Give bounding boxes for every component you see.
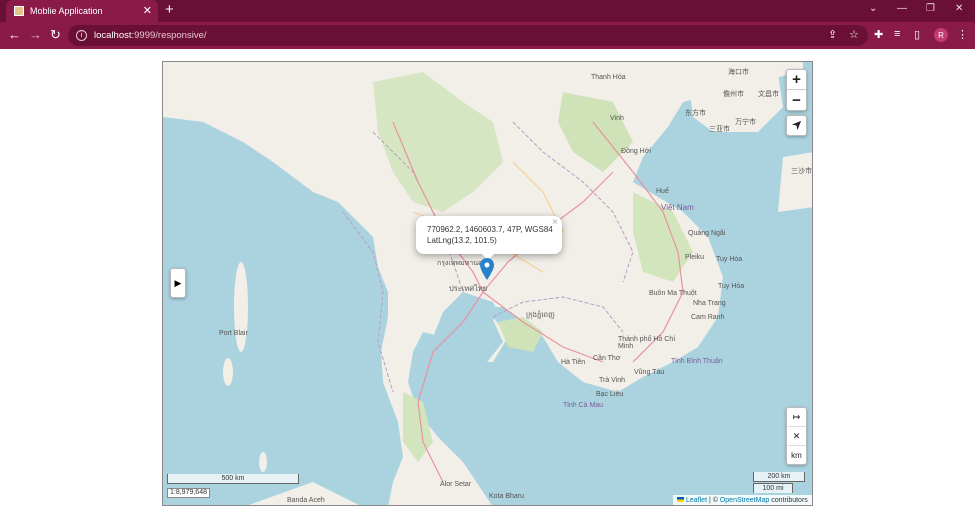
attribution-separator: | © <box>707 497 720 504</box>
scale-mi-label: 100 mi <box>762 485 784 492</box>
back-icon[interactable]: ← <box>8 28 21 42</box>
label-dong-hoi: Đồng Hới <box>621 148 651 155</box>
label-tuy-hoa-2: Tuy Hòa <box>718 283 745 290</box>
label-can-tho: Cần Thơ <box>593 355 621 362</box>
close-tab-icon[interactable]: ✕ <box>143 4 152 17</box>
label-phnom-penh: ក្រុងភ្នំពេញ <box>526 312 555 319</box>
label-tra-vinh: Trà Vinh <box>599 377 626 384</box>
menu-kebab-icon[interactable]: ⋮ <box>957 28 968 41</box>
label-alor-setar: Alor Setar <box>440 481 472 488</box>
extensions-icon[interactable]: ✚ <box>874 28 883 41</box>
forward-icon[interactable]: → <box>29 28 42 42</box>
label-nha-trang: Nha Trang <box>693 300 726 307</box>
popup-latlng-text: LatLng(13.2, 101.5) <box>427 236 497 245</box>
scale-ratio: 1:8,979,648 <box>167 488 210 498</box>
attribution-suffix: contributors <box>769 497 808 504</box>
label-tinh-binh-thuan: Tỉnh Bình Thuận <box>671 358 723 365</box>
scale-bar-mi: 100 mi <box>753 483 793 493</box>
label-sanya: 三亚市 <box>709 126 730 133</box>
url-path: :9999/responsive/ <box>131 30 207 41</box>
url-bar[interactable]: i localhost:9999/responsive/ <box>68 25 868 46</box>
label-thanh-hoa: Thanh Hóa <box>591 74 626 81</box>
locate-button[interactable] <box>786 115 807 136</box>
tab-search-icon[interactable]: ⌄ <box>869 3 877 14</box>
label-wenchang: 文昌市 <box>758 91 779 98</box>
measure-control: ↦ ✕ km <box>786 407 807 465</box>
label-kota-bharu: Kota Bharu <box>489 493 525 500</box>
map-attribution: Leaflet | © OpenStreetMap contributors <box>673 495 812 505</box>
map-container[interactable]: Thanh Hóa Vinh Đồng Hới Huế Việt Nam Quả… <box>162 61 813 506</box>
label-sansha: 三沙市 <box>791 168 812 175</box>
side-panel-icon[interactable]: ▯ <box>914 28 920 41</box>
location-arrow-icon <box>791 120 802 131</box>
label-tuy-hoa: Tuy Hòa <box>716 256 743 263</box>
tab-title: Moblie Application <box>30 6 103 16</box>
measure-unit-button[interactable]: km <box>787 446 806 465</box>
label-hue: Huế <box>656 188 669 195</box>
label-tinh-ca-mau: Tỉnh Cà Mau <box>563 402 604 409</box>
sidebar-toggle-button[interactable]: ▶ <box>170 268 186 298</box>
measure-start-button[interactable]: ↦ <box>787 408 806 427</box>
tab-bar: Moblie Application ✕ + ⌄ — ❐ ✕ <box>0 0 975 22</box>
reload-icon[interactable]: ↻ <box>50 28 61 42</box>
label-danzhou: 儋州市 <box>723 91 744 98</box>
reading-list-icon[interactable]: ≡ <box>894 28 900 40</box>
leaflet-link[interactable]: Leaflet <box>686 497 707 504</box>
label-bac-lieu: Bạc Liêu <box>596 391 624 398</box>
minimize-button[interactable]: — <box>897 3 907 14</box>
label-vinh: Vinh <box>610 115 624 122</box>
zoom-control: + − <box>786 69 807 111</box>
label-buon-ma-thuot: Buôn Ma Thuột <box>649 290 697 297</box>
site-favicon-icon <box>14 6 24 16</box>
label-cam-ranh: Cam Ranh <box>691 314 725 321</box>
label-wanning: 万宁市 <box>735 119 756 126</box>
maximize-button[interactable]: ❐ <box>926 3 935 14</box>
label-banda-aceh: Banda Aceh <box>287 497 325 504</box>
scale-km-label: 200 km <box>767 473 791 480</box>
popup-utm-text: 770962.2, 1460603.7, 47P, WGS84 <box>427 225 553 234</box>
scale-bar-km: 200 km <box>753 472 805 482</box>
coordinate-popup: × 770962.2, 1460603.7, 47P, WGS84 LatLng… <box>416 216 562 254</box>
label-ha-tien: Hà Tiên <box>561 359 586 366</box>
url-host: localhost <box>94 30 132 41</box>
ukraine-flag-icon <box>677 497 684 502</box>
close-window-button[interactable]: ✕ <box>955 3 963 14</box>
label-thanh-pho-hcm: Thành phố Hồ Chí Minh <box>618 336 676 350</box>
label-vung-tau: Vũng Tàu <box>634 369 665 376</box>
osm-link[interactable]: OpenStreetMap <box>720 497 769 504</box>
label-quang-ngai: Quảng Ngãi <box>688 230 726 237</box>
scale-left-label: 500 km <box>221 475 245 482</box>
label-bangkok: ประเทศไทย <box>449 284 488 293</box>
site-info-icon[interactable]: i <box>76 30 87 41</box>
zoom-in-button[interactable]: + <box>787 70 806 90</box>
label-haikou: 海口市 <box>728 69 749 76</box>
bookmark-star-icon[interactable]: ☆ <box>849 28 859 41</box>
label-port-blair: Port Blair <box>219 330 248 337</box>
map-marker-icon[interactable] <box>480 258 494 280</box>
measure-clear-button[interactable]: ✕ <box>787 427 806 446</box>
label-pleiku: Pleiku <box>685 254 705 261</box>
label-dongfang: 东方市 <box>685 110 706 117</box>
tab-mobile-application[interactable]: Moblie Application ✕ <box>6 0 158 22</box>
profile-avatar[interactable]: R <box>934 28 948 42</box>
new-tab-button[interactable]: + <box>165 2 174 18</box>
zoom-out-button[interactable]: − <box>787 90 806 110</box>
popup-close-icon[interactable]: × <box>552 217 558 228</box>
scale-bar-left: 500 km <box>167 474 299 484</box>
share-icon[interactable]: ⇪ <box>828 28 837 41</box>
label-viet-nam: Việt Nam <box>661 203 694 212</box>
